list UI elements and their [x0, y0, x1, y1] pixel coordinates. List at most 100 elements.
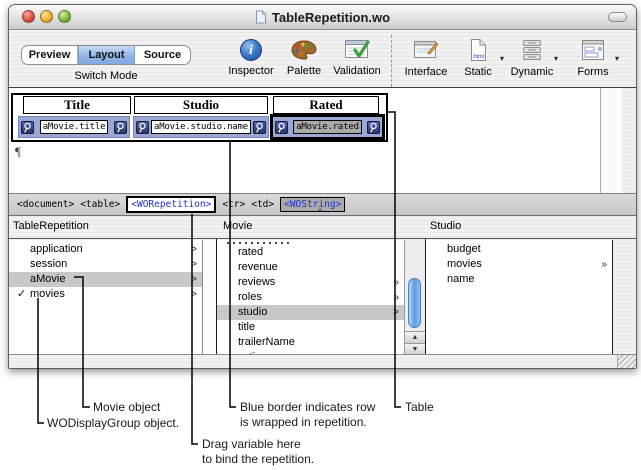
repetition-cell-studio[interactable]: aMovie.studio.name	[133, 116, 269, 138]
switch-mode-segmented-control: Preview Layout Source	[21, 45, 191, 65]
list-item-selected[interactable]: studio >	[217, 305, 404, 320]
list-item[interactable]: rated	[217, 245, 404, 260]
validation-label: Validation	[329, 65, 385, 77]
list-item[interactable]: revenue	[217, 260, 404, 275]
annotation-drag-variable: Drag variable here to bind the repetitio…	[202, 437, 314, 467]
list-item[interactable]: name	[426, 272, 612, 287]
list-item[interactable]: trailerName	[217, 335, 404, 350]
toolbar-pill-button[interactable]	[608, 12, 627, 22]
document-icon	[255, 10, 267, 24]
list-item[interactable]: title	[217, 320, 404, 335]
scrollbar-thumb[interactable]	[408, 278, 421, 328]
path-tag-td[interactable]: <td>	[251, 199, 274, 210]
branch-marker: >	[191, 287, 197, 302]
list-item[interactable]: movies »	[426, 257, 612, 272]
branch-marker: >	[393, 305, 399, 320]
static-label: Static	[452, 66, 504, 78]
forms-icon	[581, 39, 605, 61]
column-scrollbar[interactable]: ▲ ▼	[404, 240, 425, 355]
browser-column-movie[interactable]: rated revenue reviews » roles » studio	[217, 240, 404, 355]
static-icon-text: .html	[472, 54, 484, 60]
wostring-element-icon[interactable]	[136, 121, 149, 134]
table-header-title[interactable]: Title	[23, 96, 131, 114]
scroll-up-button[interactable]: ▲	[405, 331, 425, 343]
annotation-table: Table	[405, 400, 434, 415]
interface-palette-button[interactable]: Interface	[400, 35, 452, 78]
interface-label: Interface	[400, 66, 452, 78]
binding-field-title[interactable]: aMovie.title	[40, 120, 109, 134]
browser-column-studio[interactable]: budget movies » name	[426, 240, 613, 355]
annotation-movie-object: Movie object	[93, 400, 160, 415]
list-item[interactable]: roles »	[217, 290, 404, 305]
static-palette-button[interactable]: .html ▾ Static	[452, 35, 504, 78]
path-tag-table[interactable]: <table>	[80, 199, 120, 210]
browser-column-tablerepetition[interactable]: application > session > aMovie > ✓ movie…	[9, 240, 202, 355]
dynamic-palette-button[interactable]: ▾ Dynamic	[506, 35, 558, 78]
interface-icon	[413, 39, 439, 61]
wostring-element-icon[interactable]	[253, 121, 266, 134]
column-scrollbar-track[interactable]	[202, 240, 216, 355]
branch-marker: >	[191, 257, 197, 272]
toolbar-separator	[391, 35, 392, 87]
object-browser: application > session > aMovie > ✓ movie…	[9, 238, 636, 354]
segment-layout[interactable]: Layout	[78, 46, 135, 64]
list-item[interactable]: ✓ movies >	[9, 287, 202, 302]
inspector-label: Inspector	[223, 65, 279, 77]
path-tag-wostring[interactable]: <WOString>	[280, 197, 345, 212]
list-item[interactable]: reviews »	[217, 275, 404, 290]
list-item[interactable]: budget	[426, 242, 612, 257]
dropdown-arrow-icon[interactable]: ▾	[615, 54, 619, 63]
list-item-selected[interactable]: aMovie >	[9, 272, 202, 287]
palette-button[interactable]: Palette	[276, 36, 332, 77]
path-tag-worepetition[interactable]: <WORepetition>	[126, 196, 216, 213]
inspector-button[interactable]: i Inspector	[223, 36, 279, 77]
checkmark-icon: ✓	[17, 287, 26, 302]
wostring-element-icon[interactable]	[114, 121, 127, 134]
list-item[interactable]: session >	[9, 257, 202, 272]
branch-marker: >	[191, 272, 197, 287]
dropdown-arrow-icon[interactable]: ▾	[554, 54, 558, 63]
bottom-bar	[9, 354, 636, 368]
app-window: TableRepetition.wo Preview Layout Source…	[8, 4, 637, 369]
wostring-element-icon[interactable]	[275, 121, 288, 134]
forms-label: Forms	[567, 66, 619, 78]
palette-icon	[291, 39, 317, 61]
annotation-wodisplaygroup: WODisplayGroup object.	[47, 416, 179, 431]
path-tag-document[interactable]: <document>	[17, 199, 74, 210]
branch-many-marker: »	[601, 257, 607, 272]
palette-label: Palette	[276, 65, 332, 77]
dynamic-icon	[520, 39, 544, 61]
figure-canvas: TableRepetition.wo Preview Layout Source…	[0, 0, 641, 470]
segment-preview[interactable]: Preview	[22, 46, 78, 64]
wo-table[interactable]: Title Studio Rated aMovie.title	[11, 93, 388, 142]
browser-header-movie: Movie	[223, 220, 252, 232]
branch-marker: >	[191, 242, 197, 257]
validation-button[interactable]: Validation	[329, 36, 385, 77]
path-tag-tr[interactable]: <tr>	[222, 199, 245, 210]
branch-many-marker: »	[393, 290, 399, 305]
browser-header-studio: Studio	[430, 220, 461, 232]
table-header-studio[interactable]: Studio	[134, 96, 268, 114]
repetition-cell-title[interactable]: aMovie.title	[18, 116, 130, 138]
pilcrow-mark: ¶	[15, 144, 21, 160]
annotation-blue-border: Blue border indicates row is wrapped in …	[240, 400, 375, 430]
segment-source[interactable]: Source	[135, 46, 190, 64]
forms-palette-button[interactable]: ▾ Forms	[567, 35, 619, 78]
binding-field-studio-name[interactable]: aMovie.studio.name	[151, 120, 251, 134]
list-item[interactable]: application >	[9, 242, 202, 257]
branch-many-marker: »	[393, 275, 399, 290]
repetition-cell-rated-selected[interactable]: aMovie.rated	[270, 114, 385, 140]
title-bar[interactable]: TableRepetition.wo	[9, 5, 636, 30]
window-title: TableRepetition.wo	[272, 10, 390, 25]
edit-canvas[interactable]: Title Studio Rated aMovie.title	[9, 88, 600, 194]
edit-area: Title Studio Rated aMovie.title	[9, 87, 636, 194]
dropdown-arrow-icon[interactable]: ▾	[500, 54, 504, 63]
wostring-element-icon[interactable]	[367, 121, 380, 134]
table-header-rated[interactable]: Rated	[273, 96, 379, 114]
vertical-scrollbar-track[interactable]	[600, 88, 622, 194]
browser-header-tablerepetition: TableRepetition	[13, 220, 89, 232]
wostring-element-icon[interactable]	[21, 121, 34, 134]
binding-field-rated[interactable]: aMovie.rated	[293, 120, 362, 134]
toolbar: Preview Layout Source Switch Mode i Insp…	[9, 30, 636, 87]
resize-grip[interactable]	[617, 355, 636, 368]
